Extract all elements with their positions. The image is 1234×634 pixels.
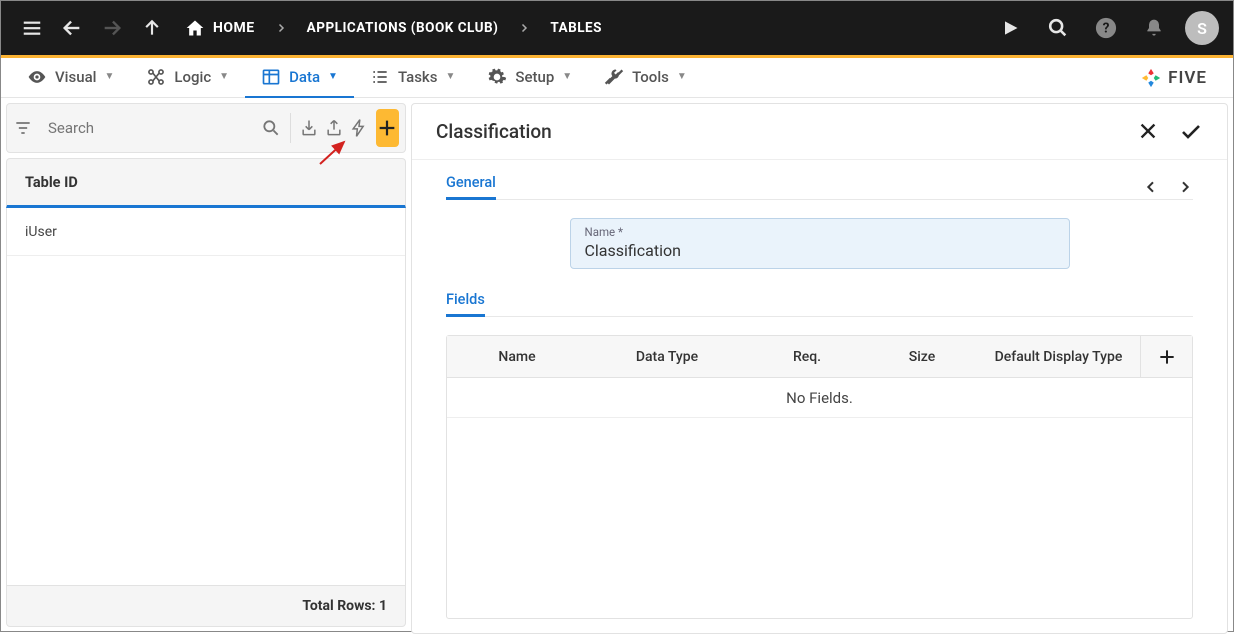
brand-label: FIVE bbox=[1168, 68, 1207, 88]
col-name: Name bbox=[447, 349, 587, 365]
fields-empty-label: No Fields. bbox=[447, 378, 1192, 418]
col-size: Size bbox=[867, 349, 977, 365]
caret-down-icon: ▼ bbox=[328, 71, 338, 82]
menu-setup[interactable]: Setup ▼ bbox=[471, 58, 588, 98]
plus-icon bbox=[1157, 347, 1177, 367]
menu-tasks[interactable]: Tasks ▼ bbox=[354, 58, 471, 98]
detail-header: Classification bbox=[412, 104, 1227, 160]
menu-data[interactable]: Data ▼ bbox=[245, 58, 354, 98]
gear-icon bbox=[487, 67, 507, 87]
caret-down-icon: ▼ bbox=[445, 71, 455, 82]
caret-down-icon: ▼ bbox=[677, 71, 687, 82]
list-header: Table ID bbox=[6, 158, 406, 208]
save-button[interactable] bbox=[1179, 120, 1203, 144]
menu-setup-label: Setup bbox=[515, 68, 554, 86]
chevron-left-icon bbox=[1143, 179, 1159, 195]
filter-icon[interactable] bbox=[13, 111, 34, 145]
help-icon[interactable]: ? bbox=[1089, 11, 1123, 45]
search-global-icon[interactable] bbox=[1041, 11, 1075, 45]
fields-table: Name Data Type Req. Size Default Display… bbox=[446, 335, 1193, 619]
menu-logic[interactable]: Logic ▼ bbox=[130, 58, 245, 98]
table-icon bbox=[261, 67, 281, 87]
back-icon[interactable] bbox=[55, 11, 89, 45]
play-icon[interactable] bbox=[993, 11, 1027, 45]
close-button[interactable] bbox=[1137, 120, 1159, 144]
menu-tasks-label: Tasks bbox=[398, 68, 438, 86]
close-icon bbox=[1137, 120, 1159, 142]
list-header-label: Table ID bbox=[25, 174, 78, 191]
caret-down-icon: ▼ bbox=[219, 71, 229, 82]
next-section-button[interactable] bbox=[1177, 179, 1193, 195]
col-req: Req. bbox=[747, 349, 867, 365]
table-row[interactable]: iUser bbox=[7, 208, 405, 256]
menu-visual[interactable]: Visual ▼ bbox=[11, 58, 130, 98]
plus-icon bbox=[376, 117, 398, 139]
add-button[interactable] bbox=[376, 109, 399, 147]
breadcrumb-home-label: HOME bbox=[213, 20, 255, 36]
lightning-icon[interactable] bbox=[349, 111, 370, 145]
search-toolbar bbox=[6, 103, 406, 153]
export-icon[interactable] bbox=[324, 111, 345, 145]
left-panel: Table ID iUser Total Rows: 1 bbox=[1, 98, 411, 632]
menu-bar: Visual ▼ Logic ▼ Data ▼ Tasks ▼ Setup ▼ … bbox=[1, 58, 1233, 98]
menu-tools[interactable]: Tools ▼ bbox=[588, 58, 703, 98]
hamburger-icon[interactable] bbox=[15, 11, 49, 45]
tab-general[interactable]: General bbox=[446, 174, 496, 200]
search-input[interactable] bbox=[38, 119, 257, 137]
avatar[interactable]: S bbox=[1185, 11, 1219, 45]
eye-icon bbox=[27, 67, 47, 87]
logic-icon bbox=[146, 67, 166, 87]
five-logo-icon bbox=[1140, 67, 1162, 89]
caret-down-icon: ▼ bbox=[562, 71, 572, 82]
col-default-display-type: Default Display Type bbox=[977, 349, 1140, 365]
name-input[interactable] bbox=[585, 241, 1055, 260]
tasks-icon bbox=[370, 67, 390, 87]
menu-data-label: Data bbox=[289, 68, 320, 86]
list-footer: Total Rows: 1 bbox=[6, 585, 406, 627]
forward-icon bbox=[95, 11, 129, 45]
breadcrumb-home[interactable]: HOME bbox=[175, 18, 265, 38]
right-panel: Classification General bbox=[411, 98, 1233, 632]
breadcrumb-applications[interactable]: APPLICATIONS (BOOK CLUB) bbox=[297, 20, 509, 36]
home-icon bbox=[185, 18, 205, 38]
search-icon[interactable] bbox=[261, 111, 282, 145]
up-icon[interactable] bbox=[135, 11, 169, 45]
chevron-right-icon bbox=[271, 22, 291, 34]
table-row-label: iUser bbox=[25, 224, 57, 240]
tools-icon bbox=[604, 67, 624, 87]
svg-text:?: ? bbox=[1103, 21, 1110, 37]
menu-tools-label: Tools bbox=[632, 68, 669, 86]
menu-visual-label: Visual bbox=[55, 68, 96, 86]
table-list: iUser bbox=[6, 208, 406, 585]
import-icon[interactable] bbox=[299, 111, 320, 145]
add-field-button[interactable] bbox=[1140, 336, 1192, 377]
menu-logic-label: Logic bbox=[174, 68, 211, 86]
name-label: Name * bbox=[585, 225, 1055, 239]
top-bar: HOME APPLICATIONS (BOOK CLUB) TABLES ? S bbox=[1, 1, 1233, 55]
col-datatype: Data Type bbox=[587, 349, 747, 365]
bell-icon[interactable] bbox=[1137, 11, 1171, 45]
prev-section-button[interactable] bbox=[1143, 179, 1159, 195]
check-icon bbox=[1179, 120, 1203, 144]
brand-logo: FIVE bbox=[1140, 67, 1223, 89]
tab-fields[interactable]: Fields bbox=[446, 291, 485, 317]
detail-title: Classification bbox=[436, 120, 552, 143]
name-field[interactable]: Name * bbox=[570, 218, 1070, 269]
chevron-right-icon bbox=[514, 22, 534, 34]
chevron-right-icon bbox=[1177, 179, 1193, 195]
total-rows-label: Total Rows: 1 bbox=[302, 598, 387, 614]
breadcrumb-tables[interactable]: TABLES bbox=[540, 20, 612, 36]
caret-down-icon: ▼ bbox=[104, 71, 114, 82]
